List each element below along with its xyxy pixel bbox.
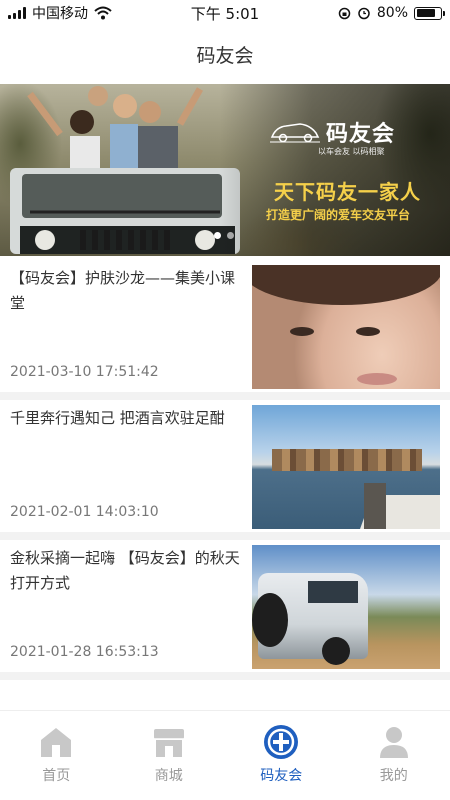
banner-logo: 码友会 xyxy=(270,116,395,148)
carousel-dot[interactable] xyxy=(214,232,221,239)
tab-label: 我的 xyxy=(379,768,408,784)
status-bar: 中国移动 下午 5:01 80% xyxy=(0,0,450,26)
tab-home[interactable]: 首页 xyxy=(0,723,113,800)
home-icon xyxy=(37,723,75,761)
article-item[interactable]: 金秋采摘一起嗨 【码友会】的秋天打开方式 2021-01-28 16:53:13 xyxy=(0,540,450,680)
club-icon xyxy=(262,723,300,761)
tab-profile[interactable]: 我的 xyxy=(338,723,450,800)
battery-percent: 80% xyxy=(376,5,408,21)
signal-icon xyxy=(8,7,26,19)
tab-label: 商城 xyxy=(154,768,183,784)
carrier-label: 中国移动 xyxy=(32,6,88,22)
banner-subtitle: 以车会友 以码相聚 xyxy=(318,147,385,156)
user-icon xyxy=(375,723,413,761)
battery-icon xyxy=(414,6,445,20)
store-icon xyxy=(150,723,188,761)
article-list: 【码友会】护肤沙龙——集美小课堂 2021-03-10 17:51:42 千里奔… xyxy=(0,260,450,680)
tab-club[interactable]: 码友会 xyxy=(225,723,338,800)
nav-bar: 码友会 xyxy=(0,26,450,82)
tab-store[interactable]: 商城 xyxy=(113,723,226,800)
banner-slogan: 天下码友一家人 xyxy=(274,180,421,204)
article-date: 2021-02-01 14:03:10 xyxy=(10,504,159,520)
article-item[interactable]: 千里奔行遇知己 把酒言欢驻足酣 2021-02-01 14:03:10 xyxy=(0,400,450,540)
tab-label: 码友会 xyxy=(260,768,303,784)
banner-slogan-secondary: 打造更广阔的爱车交友平台 xyxy=(265,208,410,222)
banner-carousel[interactable]: 码友会 以车会友 以码相聚 天下码友一家人 打造更广阔的爱车交友平台 xyxy=(0,84,450,256)
car-logo-icon xyxy=(270,123,320,143)
page-title: 码友会 xyxy=(196,44,254,67)
article-date: 2021-01-28 16:53:13 xyxy=(10,644,159,660)
carousel-dot[interactable] xyxy=(227,232,234,239)
wifi-icon xyxy=(94,6,112,20)
banner-brand: 码友会 xyxy=(326,122,396,147)
app-screen: 中国移动 下午 5:01 80% 码友会 码友会 以车会友 以码相聚 天下码友一… xyxy=(0,0,450,800)
article-title: 金秋采摘一起嗨 【码友会】的秋天打开方式 xyxy=(10,549,240,592)
article-title: 千里奔行遇知己 把酒言欢驻足酣 xyxy=(10,409,225,427)
tab-label: 首页 xyxy=(42,768,71,784)
carousel-indicator[interactable] xyxy=(214,232,234,239)
article-thumbnail xyxy=(252,405,440,529)
article-date: 2021-03-10 17:51:42 xyxy=(10,364,159,380)
article-thumbnail xyxy=(252,545,440,669)
article-title: 【码友会】护肤沙龙——集美小课堂 xyxy=(10,269,236,312)
article-item[interactable]: 【码友会】护肤沙龙——集美小课堂 2021-03-10 17:51:42 xyxy=(0,260,450,400)
alarm-icon xyxy=(358,7,370,20)
tab-bar: 首页 商城 码友会 我的 xyxy=(0,710,450,800)
article-thumbnail xyxy=(252,265,440,389)
rotation-lock-icon xyxy=(338,7,351,19)
